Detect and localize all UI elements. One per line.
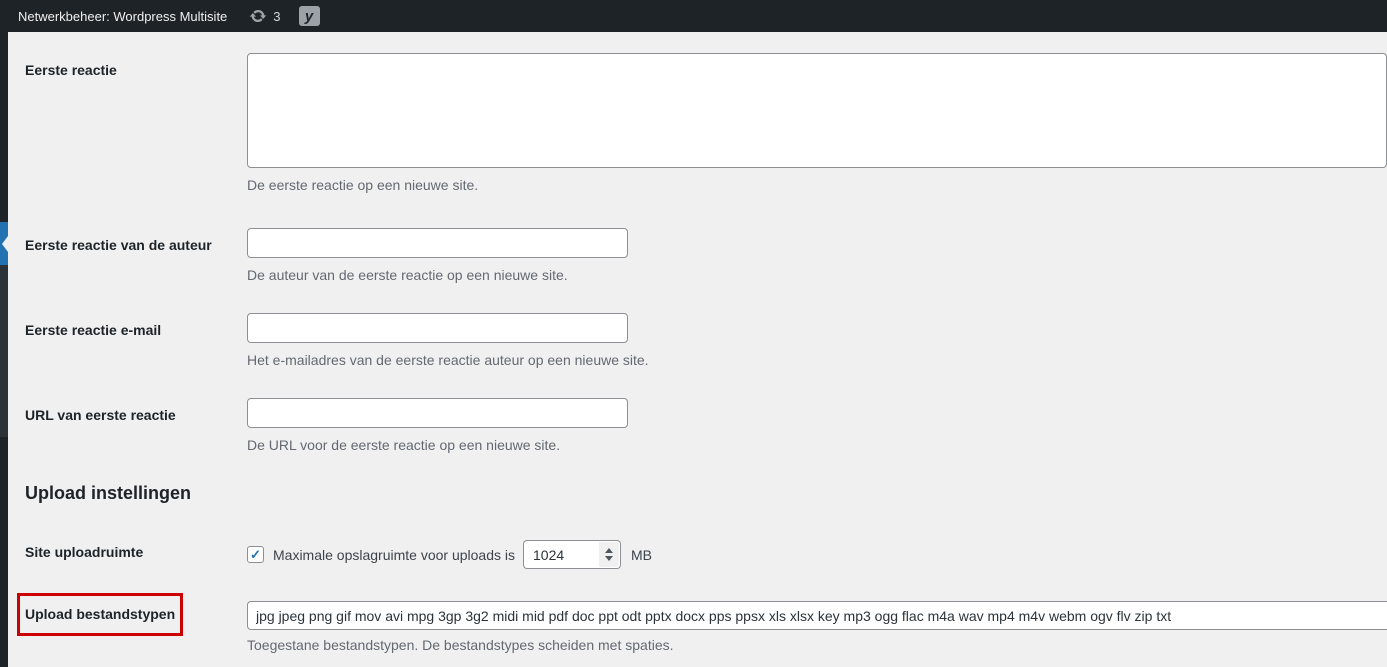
first-comment-url-input[interactable] bbox=[247, 398, 628, 428]
collapsed-admin-menu[interactable] bbox=[0, 32, 8, 667]
form-row-upload-filetypes: Upload bestandstypen Toegestane bestands… bbox=[17, 593, 1387, 655]
admin-bar: Netwerkbeheer: Wordpress Multisite 3 y bbox=[0, 0, 1387, 32]
upload-settings-heading: Upload instellingen bbox=[25, 483, 192, 503]
first-comment-author-label: Eerste reactie van de auteur bbox=[25, 237, 212, 253]
upload-filetypes-input[interactable] bbox=[247, 601, 1387, 630]
first-comment-email-label: Eerste reactie e-mail bbox=[25, 322, 162, 338]
number-spinner[interactable] bbox=[599, 542, 619, 567]
upload-space-checkbox-label[interactable]: Maximale opslagruimte voor uploads is bbox=[273, 547, 515, 563]
upload-filetypes-description: Toegestane bestandstypen. De bestandstyp… bbox=[247, 637, 674, 653]
first-comment-textarea[interactable] bbox=[247, 53, 1387, 168]
upload-filetypes-highlight-box: Upload bestandstypen bbox=[17, 593, 184, 636]
network-settings-form: Eerste reactie De eerste reactie op een … bbox=[8, 32, 1387, 667]
upload-space-unit: MB bbox=[631, 546, 652, 563]
submenu-strip[interactable] bbox=[0, 265, 8, 437]
first-comment-label: Eerste reactie bbox=[25, 62, 117, 78]
upload-space-checkbox[interactable]: ✓ bbox=[247, 546, 264, 563]
form-row-first-comment-url: URL van eerste reactie De URL voor de ee… bbox=[25, 398, 1387, 455]
form-row-first-comment-email: Eerste reactie e-mail Het e-mailadres va… bbox=[25, 313, 1387, 370]
first-comment-author-description: De auteur van de eerste reactie op een n… bbox=[247, 267, 568, 283]
first-comment-author-input[interactable] bbox=[247, 228, 628, 258]
form-row-first-comment: Eerste reactie De eerste reactie op een … bbox=[25, 53, 1387, 195]
updates-count: 3 bbox=[273, 8, 281, 24]
network-admin-title[interactable]: Netwerkbeheer: Wordpress Multisite bbox=[18, 9, 227, 24]
first-comment-email-description: Het e-mailadres van de eerste reactie au… bbox=[247, 352, 649, 368]
upload-filetypes-label: Upload bestandstypen bbox=[25, 606, 176, 622]
updates-indicator[interactable]: 3 bbox=[249, 7, 281, 25]
first-comment-description: De eerste reactie op een nieuwe site. bbox=[247, 177, 479, 193]
form-row-site-upload-space: Site uploadruimte ✓ Maximale opslagruimt… bbox=[25, 535, 1387, 569]
spinner-up-icon[interactable] bbox=[605, 548, 613, 553]
site-upload-space-label: Site uploadruimte bbox=[25, 544, 144, 560]
first-comment-url-description: De URL voor de eerste reactie op een nie… bbox=[247, 437, 561, 453]
yoast-seo-icon[interactable]: y bbox=[298, 6, 320, 26]
first-comment-email-input[interactable] bbox=[247, 313, 628, 343]
current-menu-item-highlight[interactable] bbox=[0, 222, 8, 265]
first-comment-url-label: URL van eerste reactie bbox=[25, 407, 176, 423]
spinner-down-icon[interactable] bbox=[605, 556, 613, 561]
form-row-first-comment-author: Eerste reactie van de auteur De auteur v… bbox=[25, 228, 1387, 285]
update-icon bbox=[249, 7, 267, 25]
